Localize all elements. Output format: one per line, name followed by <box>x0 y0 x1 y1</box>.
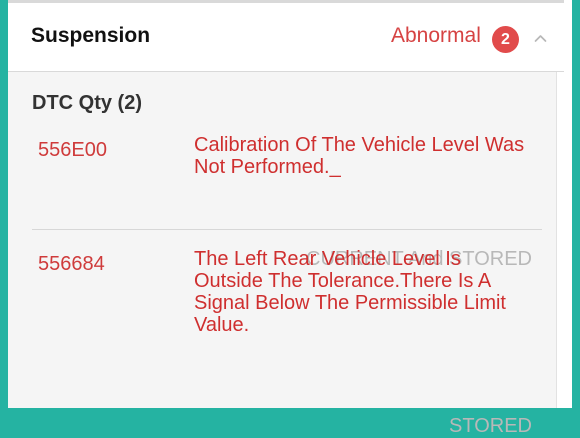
dtc-code: 556684 <box>38 253 105 275</box>
suspension-header[interactable]: Suspension Abnormal 2 <box>8 0 564 72</box>
dtc-state: STORED <box>449 415 532 437</box>
diagnostic-panel: Suspension Abnormal 2 DTC Qty (2) 556E00… <box>8 0 572 437</box>
abnormal-count-badge: 2 <box>492 26 519 53</box>
dtc-quantity-title: DTC Qty (2) <box>32 92 142 114</box>
chevron-up-icon[interactable] <box>534 32 547 45</box>
dtc-list-item[interactable]: 556E00 Calibration Of The Vehicle Level … <box>32 134 542 270</box>
dtc-description: The Left Rear Vehicle Level Is Outside T… <box>194 248 506 336</box>
dtc-body: DTC Qty (2) 556E00 Calibration Of The Ve… <box>8 72 556 437</box>
dtc-list-item[interactable]: 556684 The Left Rear Vehicle Level Is Ou… <box>32 248 542 437</box>
dtc-description: Calibration Of The Vehicle Level Was Not… <box>194 134 525 178</box>
section-title: Suspension <box>31 24 151 47</box>
right-edge-divider <box>556 72 565 408</box>
dtc-code: 556E00 <box>38 139 107 161</box>
status-label: Abnormal <box>391 24 481 47</box>
